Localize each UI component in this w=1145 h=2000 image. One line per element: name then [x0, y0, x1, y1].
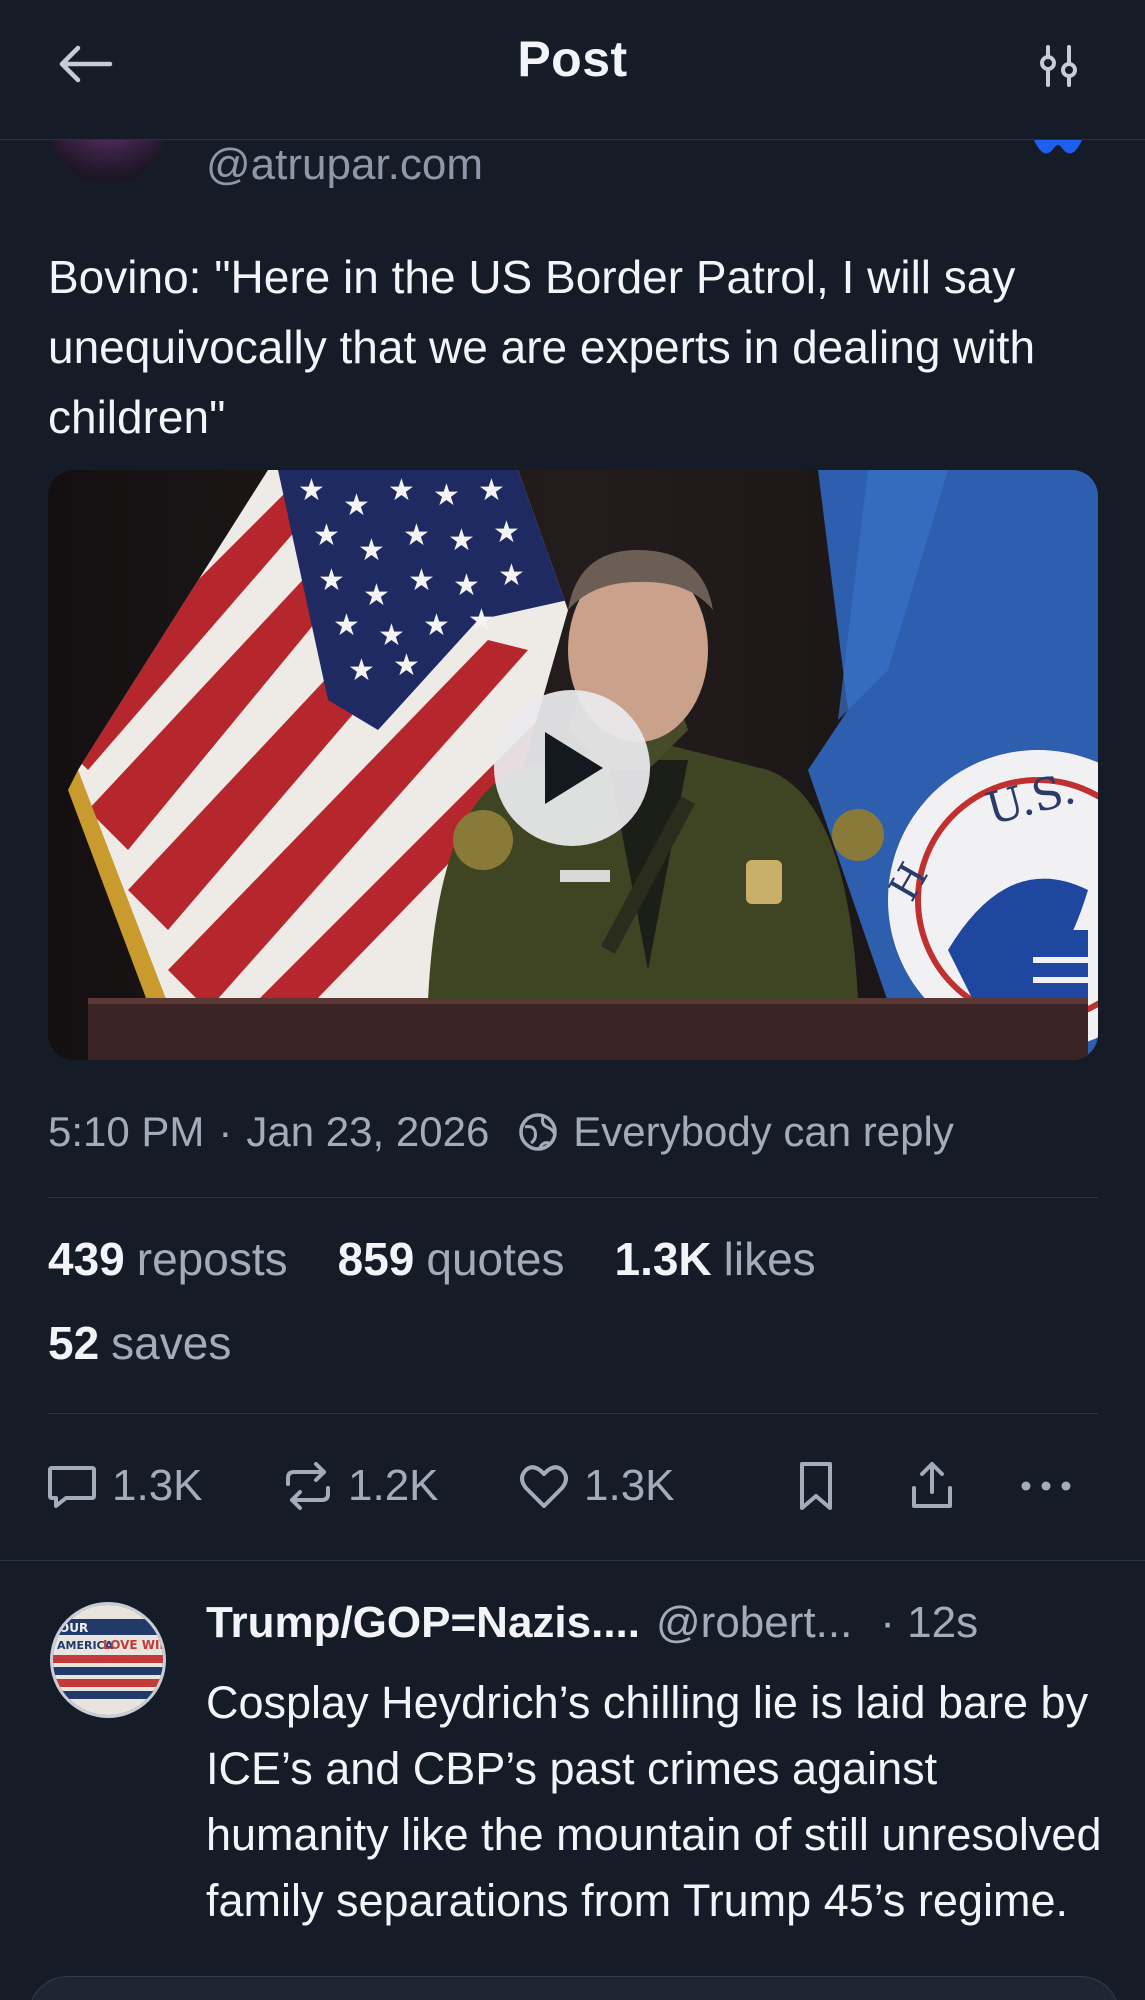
svg-text:★: ★ — [348, 653, 375, 688]
reply-header: Trump/GOP=Nazis.... @robert... · 12s — [206, 1598, 978, 1648]
svg-text:★: ★ — [498, 558, 525, 593]
bookmark-button[interactable] — [788, 1456, 856, 1516]
post-date: Jan 23, 2026 — [246, 1108, 490, 1155]
svg-text:★: ★ — [393, 648, 420, 683]
svg-text:★: ★ — [478, 473, 505, 508]
action-bar: 1.3K 1.2K 1.3K — [40, 1456, 1100, 1516]
globe-icon — [517, 1111, 559, 1153]
reply-setting[interactable]: Everybody can reply — [573, 1108, 954, 1156]
play-button[interactable] — [494, 690, 650, 846]
svg-text:★: ★ — [493, 515, 520, 550]
reply-text: Cosplay Heydrich’s chilling lie is laid … — [206, 1677, 1102, 1926]
like-count: 1.3K — [584, 1461, 675, 1510]
quotes-stat[interactable]: 859 quotes — [338, 1232, 565, 1286]
repost-button[interactable]: 1.2K — [280, 1456, 439, 1516]
more-icon — [1021, 1481, 1071, 1491]
share-icon — [912, 1462, 952, 1508]
svg-text:★: ★ — [313, 518, 340, 553]
reply-time: · 12s — [880, 1598, 979, 1647]
post-page: @atrupar.com Post Bovino: "Here in the U… — [0, 0, 1145, 2000]
section-separator — [0, 1560, 1145, 1561]
svg-text:★: ★ — [358, 533, 385, 568]
svg-text:★: ★ — [403, 518, 430, 553]
like-button[interactable]: 1.3K — [516, 1456, 675, 1516]
svg-text:★: ★ — [468, 603, 495, 638]
heart-icon — [520, 1465, 568, 1508]
svg-text:★: ★ — [318, 563, 345, 598]
sliders-icon — [1040, 45, 1077, 87]
svg-text:OUR: OUR — [59, 1621, 88, 1635]
svg-text:★: ★ — [388, 473, 415, 508]
svg-text:★: ★ — [363, 578, 390, 613]
reply-avatar[interactable]: OUR AMERICA LOVE WINS — [50, 1602, 166, 1718]
saves-stat[interactable]: 52 saves — [48, 1316, 231, 1370]
reply-handle[interactable]: @robert... — [656, 1598, 852, 1648]
reply-display-name[interactable]: Trump/GOP=Nazis.... — [206, 1598, 640, 1648]
meta-separator: · — [218, 1108, 233, 1155]
love-wins-sign: OUR AMERICA LOVE WINS — [53, 1605, 163, 1715]
post-text: Bovino: "Here in the US Border Patrol, I… — [48, 251, 1036, 443]
reply-button[interactable]: 1.3K — [44, 1456, 203, 1516]
repost-icon — [286, 1462, 330, 1510]
svg-text:★: ★ — [408, 563, 435, 598]
divider — [48, 1197, 1098, 1198]
page-title: Post — [517, 31, 628, 87]
repost-count: 1.2K — [348, 1461, 439, 1510]
author-handle[interactable]: @atrupar.com — [206, 140, 483, 190]
reposts-stat[interactable]: 439 reposts — [48, 1232, 288, 1286]
reply-compose-bar[interactable] — [28, 1976, 1120, 2000]
svg-text:★: ★ — [433, 478, 460, 513]
svg-text:★: ★ — [448, 523, 475, 558]
reply-count: 1.3K — [112, 1461, 203, 1510]
svg-text:LOVE WINS: LOVE WINS — [103, 1638, 163, 1652]
post-meta: 5:10 PM · Jan 23, 2026 Everybody can rep… — [48, 1108, 954, 1156]
bookmark-icon — [800, 1462, 832, 1510]
comment-icon — [48, 1466, 96, 1508]
likes-stat[interactable]: 1.3K likes — [614, 1232, 815, 1286]
post-stats: 439 reposts 859 quotes 1.3K likes 52 saves — [48, 1232, 866, 1400]
svg-text:★: ★ — [343, 488, 370, 523]
post-time: 5:10 PM — [48, 1108, 205, 1155]
filter-button[interactable] — [1029, 36, 1089, 96]
svg-text:★: ★ — [333, 608, 360, 643]
svg-text:★: ★ — [423, 608, 450, 643]
svg-text:★: ★ — [453, 568, 480, 603]
play-icon — [545, 732, 603, 804]
top-bar: Post — [0, 0, 1145, 140]
more-options-button[interactable] — [1016, 1456, 1088, 1516]
podium — [88, 1000, 1088, 1060]
divider — [48, 1413, 1098, 1414]
share-button[interactable] — [904, 1456, 972, 1516]
svg-text:★: ★ — [298, 473, 325, 508]
